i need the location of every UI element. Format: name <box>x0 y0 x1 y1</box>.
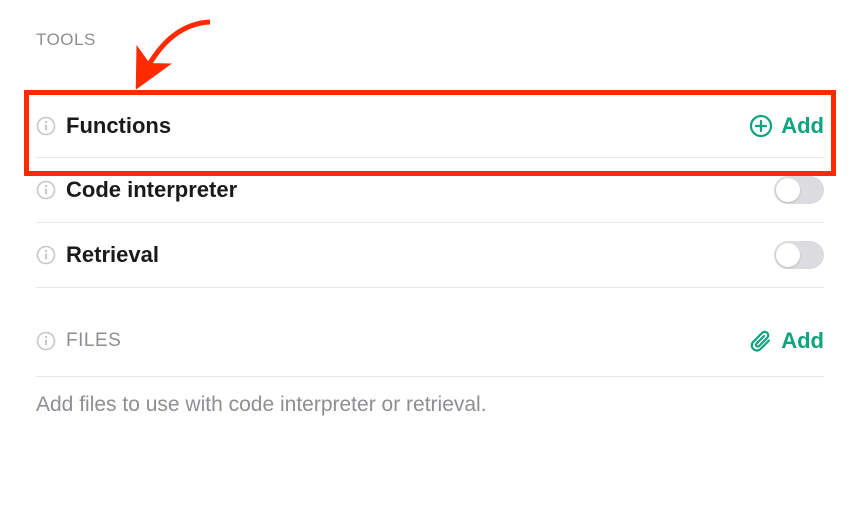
tool-row-code-interpreter: Code interpreter <box>36 157 824 222</box>
tool-row-retrieval: Retrieval <box>36 222 824 288</box>
info-icon[interactable] <box>36 331 56 351</box>
tool-label: Code interpreter <box>66 177 237 203</box>
tool-label: Functions <box>66 113 171 139</box>
info-icon[interactable] <box>36 245 56 265</box>
plus-circle-icon <box>749 114 773 138</box>
add-function-button[interactable]: Add <box>749 113 824 139</box>
add-file-button[interactable]: Add <box>749 328 824 354</box>
files-description: Add files to use with code interpreter o… <box>36 393 824 417</box>
toggle-knob <box>776 243 800 267</box>
retrieval-toggle[interactable] <box>774 241 824 269</box>
tool-row-functions: Functions Add <box>36 94 824 157</box>
info-icon[interactable] <box>36 180 56 200</box>
files-header: FILES <box>66 330 121 352</box>
files-section: FILES Add Add files to use with code int… <box>36 328 824 417</box>
info-icon[interactable] <box>36 116 56 136</box>
add-label: Add <box>781 113 824 139</box>
toggle-knob <box>776 178 800 202</box>
paperclip-icon <box>749 329 773 353</box>
add-label: Add <box>781 328 824 354</box>
tool-label: Retrieval <box>66 242 159 268</box>
arrow-annotation <box>120 14 230 94</box>
tools-header: TOOLS <box>36 30 824 50</box>
code-interpreter-toggle[interactable] <box>774 176 824 204</box>
